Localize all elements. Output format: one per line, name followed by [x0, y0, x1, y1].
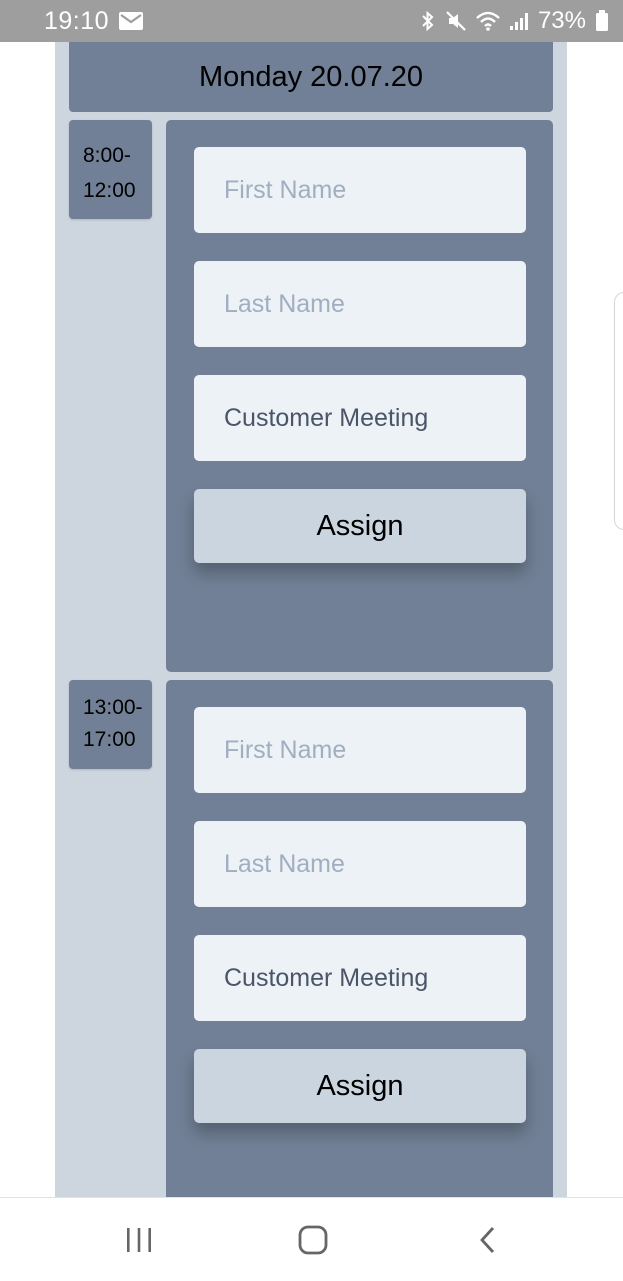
- time-badge: 13:00- 17:00: [69, 680, 152, 769]
- assign-button[interactable]: Assign: [194, 1049, 526, 1123]
- recent-apps-icon[interactable]: [119, 1220, 159, 1260]
- day-header: Monday 20.07.20: [69, 42, 553, 112]
- time-end: 17:00: [83, 728, 136, 751]
- first-name-input[interactable]: [194, 147, 526, 233]
- status-right: 73%: [420, 7, 609, 35]
- status-bar: 19:10 73%: [0, 0, 623, 42]
- signal-icon: [509, 11, 529, 31]
- bluetooth-icon: [420, 10, 436, 32]
- last-name-input[interactable]: [194, 821, 526, 907]
- battery-percent: 73%: [537, 7, 586, 34]
- purpose-input[interactable]: [194, 935, 526, 1021]
- home-icon[interactable]: [293, 1220, 333, 1260]
- last-name-input[interactable]: [194, 261, 526, 347]
- battery-icon: [595, 10, 609, 32]
- mail-icon: [119, 12, 144, 30]
- status-time: 19:10: [44, 6, 110, 35]
- back-icon[interactable]: [468, 1220, 508, 1260]
- navigation-bar: [0, 1197, 623, 1281]
- first-name-input[interactable]: [194, 707, 526, 793]
- mute-icon: [445, 10, 467, 32]
- purpose-input[interactable]: [194, 375, 526, 461]
- time-badge: 8:00- 12:00: [69, 120, 152, 219]
- time-start: 8:00-: [83, 144, 131, 167]
- time-end: 12:00: [83, 179, 136, 202]
- edge-panel-handle[interactable]: [614, 292, 623, 530]
- slot-card: Assign: [166, 680, 553, 1197]
- status-left: 19:10: [44, 6, 144, 36]
- time-start: 13:00-: [83, 696, 143, 719]
- wifi-icon: [476, 11, 500, 31]
- slot-card: Assign: [166, 120, 553, 672]
- assign-button[interactable]: Assign: [194, 489, 526, 563]
